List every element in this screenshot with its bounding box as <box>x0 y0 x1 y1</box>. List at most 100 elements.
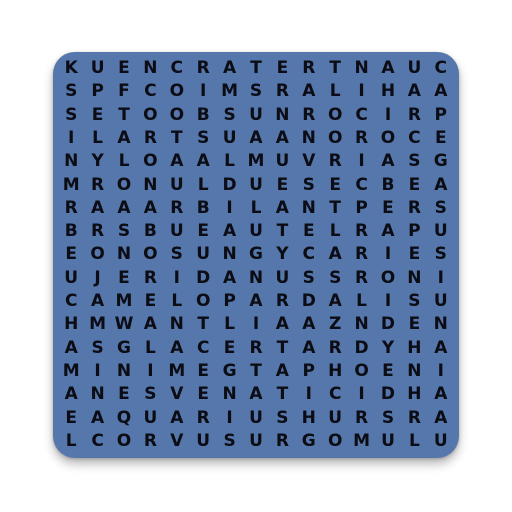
letter-cell: A <box>249 128 263 149</box>
letter-cell: A <box>381 151 395 172</box>
letter-cell: A <box>275 314 289 335</box>
letter-cell: E <box>408 314 421 335</box>
letter-cell: P <box>355 197 368 218</box>
letter-cell: N <box>222 244 237 265</box>
letter-cell: L <box>65 430 77 451</box>
letter-cell: U <box>433 221 448 242</box>
letter-cell: L <box>171 291 183 312</box>
letter-cell: B <box>143 221 157 242</box>
letter-cell: E <box>197 384 209 405</box>
letter-cell: M <box>168 360 186 381</box>
letter-cell: O <box>354 360 369 381</box>
letter-cell: T <box>276 384 289 405</box>
letter-cell: W <box>114 314 134 335</box>
letter-cell: G <box>249 244 263 265</box>
letter-cell: A <box>223 267 237 288</box>
letter-cell: T <box>329 58 341 79</box>
letter-cell: P <box>223 291 236 312</box>
letter-cell: R <box>91 174 105 195</box>
letter-cell: U <box>143 407 158 428</box>
letter-cell: S <box>249 81 263 102</box>
letter-cell: R <box>302 104 316 125</box>
letter-cell: I <box>200 81 207 102</box>
letter-cell: R <box>407 197 421 218</box>
letter-cell: C <box>144 81 157 102</box>
letter-cell: H <box>301 407 316 428</box>
letter-cell: M <box>115 291 133 312</box>
letter-cell: G <box>301 430 316 451</box>
letter-cell: O <box>327 104 343 125</box>
letter-cell: B <box>381 174 395 195</box>
letter-cell: L <box>250 197 262 218</box>
letter-cell: I <box>384 104 392 125</box>
letter-cell: I <box>173 267 180 288</box>
letter-cell: C <box>91 430 104 451</box>
letter-cell: A <box>407 81 421 102</box>
letter-cell: C <box>355 174 368 195</box>
letter-cell: R <box>275 291 289 312</box>
letter-cell: M <box>89 314 107 335</box>
letter-cell: R <box>275 430 289 451</box>
letter-cell: U <box>249 174 263 195</box>
letter-cell: A <box>117 128 131 149</box>
letter-cell: C <box>355 104 368 125</box>
letter-cell: O <box>327 430 343 451</box>
letter-cell: N <box>64 151 79 172</box>
letter-cell: I <box>384 244 392 265</box>
letter-cell: V <box>302 151 316 172</box>
letter-cell: T <box>329 197 341 218</box>
letter-cell: R <box>275 81 289 102</box>
letter-cell: I <box>305 384 312 405</box>
letter-cell: O <box>90 244 105 265</box>
word-search-app-icon[interactable]: KUENCRATERTNAUCSPFCOIMSRALIHAASETOOBSUNR… <box>53 52 459 458</box>
letter-cell: I <box>384 291 392 312</box>
letter-cell: A <box>302 337 316 358</box>
letter-cell: A <box>223 58 237 79</box>
letter-cell: E <box>118 58 130 79</box>
letter-cell: T <box>197 314 209 335</box>
letter-cell: R <box>355 407 369 428</box>
letter-cell: R <box>91 221 105 242</box>
letter-cell: U <box>169 221 184 242</box>
letter-cell: A <box>249 384 263 405</box>
letter-cell: O <box>143 244 158 265</box>
letter-cell: A <box>434 337 448 358</box>
letter-cell: S <box>223 104 236 125</box>
letter-cell: U <box>169 174 184 195</box>
letter-cell: E <box>382 197 394 218</box>
letter-cell: O <box>380 128 396 149</box>
letter-cell: A <box>170 151 184 172</box>
letter-cell: S <box>117 221 131 242</box>
letter-cell: D <box>222 174 237 195</box>
letter-cell: N <box>301 128 316 149</box>
letter-cell: Y <box>276 244 289 265</box>
letter-cell: D <box>354 337 369 358</box>
letter-cell: I <box>437 360 444 381</box>
letter-cell: M <box>247 151 265 172</box>
letter-cell: L <box>197 174 209 195</box>
letter-cell: U <box>433 430 448 451</box>
letter-cell: Z <box>329 314 342 335</box>
letter-cell: S <box>91 337 104 358</box>
letter-cell: K <box>64 58 78 79</box>
letter-cell: A <box>117 197 131 218</box>
letter-cell: O <box>143 151 158 172</box>
letter-cell: U <box>222 128 237 149</box>
letter-cell: S <box>223 430 236 451</box>
letter-cell: C <box>328 384 342 405</box>
letter-cell: U <box>328 407 343 428</box>
letter-cell: S <box>170 244 183 265</box>
letter-cell: E <box>118 384 130 405</box>
letter-cell: A <box>328 291 342 312</box>
letter-cell: M <box>221 81 239 102</box>
letter-cell: F <box>118 81 130 102</box>
letter-cell: A <box>275 360 289 381</box>
letter-cell: S <box>434 197 447 218</box>
letter-cell: O <box>116 430 132 451</box>
letter-cell: H <box>64 314 79 335</box>
letter-cell: E <box>91 104 104 125</box>
letter-cell: N <box>407 267 422 288</box>
letter-cell: U <box>275 267 290 288</box>
letter-cell: A <box>143 314 157 335</box>
letter-cell: A <box>434 81 448 102</box>
